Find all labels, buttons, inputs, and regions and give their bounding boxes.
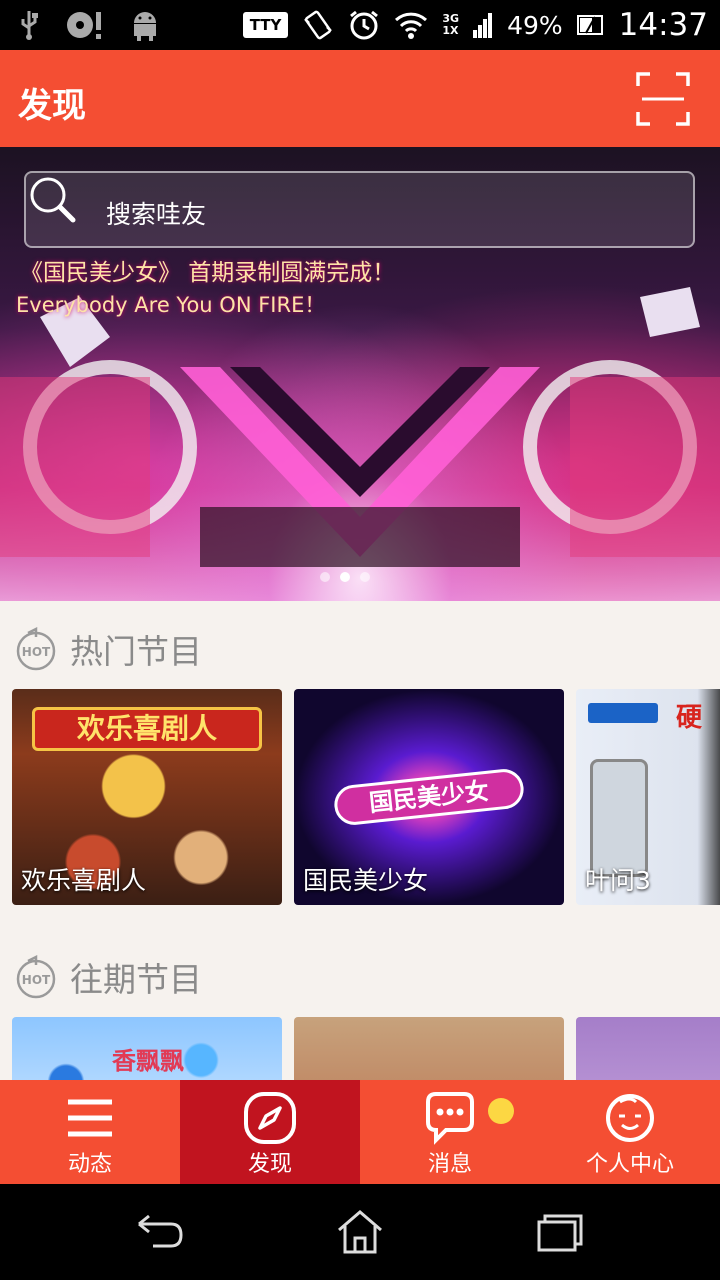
profile-face-icon: [606, 1094, 654, 1142]
card-thumb-text: 国民美少女: [332, 767, 526, 827]
tab-label: 动态: [67, 1152, 112, 1177]
section-header-past: HOT 往期节目: [14, 953, 202, 1001]
program-card[interactable]: 欢乐喜剧人 欢乐喜剧人: [12, 689, 282, 905]
section-header-hot: HOT 热门节目: [14, 625, 202, 673]
card-thumb-text: 欢乐喜剧人: [32, 707, 262, 751]
recent-apps-icon[interactable]: [535, 1208, 585, 1254]
bottom-tab-bar: 动态 发现 消息 个人中心: [0, 1080, 720, 1184]
wifi-icon: [395, 12, 428, 39]
tty-badge: TTY: [242, 12, 289, 38]
card-title: 欢乐喜剧人: [21, 866, 147, 895]
featured-banner[interactable]: 搜索哇友 《国民美少女》 首期录制圆满完成！ Everybody Are You…: [0, 147, 720, 601]
tab-messages[interactable]: 消息: [360, 1080, 540, 1184]
search-icon: [30, 177, 76, 223]
search-placeholder: 搜索哇友: [106, 200, 207, 229]
tab-discover[interactable]: 发现: [180, 1080, 360, 1184]
hot-icon: HOT: [16, 955, 56, 999]
notification-badge: [488, 1098, 514, 1124]
program-card[interactable]: 硬 叶问3: [576, 689, 720, 905]
search-input[interactable]: 搜索哇友: [24, 171, 695, 248]
alarm-icon: [350, 10, 379, 40]
content-area: HOT 热门节目 欢乐喜剧人 欢乐喜剧人 国民美少女 国民美少女 硬 叶问3 H…: [0, 601, 720, 1080]
card-phone-art: [590, 759, 648, 877]
usb-icon: [21, 11, 38, 40]
section-title: 热门节目: [70, 632, 202, 671]
tab-profile[interactable]: 个人中心: [540, 1080, 720, 1184]
pager-dot: [360, 572, 370, 582]
svg-text:HOT: HOT: [22, 973, 51, 987]
tab-label: 个人中心: [585, 1152, 674, 1177]
battery-icon: [576, 15, 603, 35]
status-bar: TTY 3G 1X 49% 14:37: [0, 0, 720, 50]
card-thumb-text: 香飘飘: [112, 1047, 184, 1075]
card-logo: [588, 703, 658, 723]
app-header: 发现: [0, 50, 720, 147]
banner-pager: [320, 572, 370, 582]
tab-feed[interactable]: 动态: [0, 1080, 180, 1184]
tab-label: 消息: [427, 1152, 472, 1177]
back-icon[interactable]: [135, 1208, 185, 1254]
menu-icon: [68, 1099, 112, 1137]
tab-label: 发现: [247, 1152, 292, 1177]
program-card[interactable]: 国民美少女 国民美少女: [294, 689, 564, 905]
banner-caption-line2: Everybody Are You ON FIRE！: [16, 293, 326, 317]
chat-icon: [426, 1092, 474, 1145]
section-title: 往期节目: [70, 960, 202, 999]
banner-caption-line1: 《国民美少女》 首期录制圆满完成！: [20, 260, 396, 286]
home-icon[interactable]: [335, 1208, 385, 1254]
system-navigation-bar: [0, 1184, 720, 1280]
program-card[interactable]: [294, 1017, 564, 1080]
card-title: 叶问3: [585, 866, 651, 895]
network-type: 3G 1X: [442, 13, 459, 37]
pager-dot-active: [340, 572, 350, 582]
program-card[interactable]: [576, 1017, 720, 1080]
card-thumb-text: 硬: [676, 703, 703, 733]
compass-icon: [244, 1092, 296, 1144]
svg-text:HOT: HOT: [22, 645, 51, 659]
network-type-bottom: 1X: [442, 24, 459, 37]
program-card[interactable]: 香飘飘: [12, 1017, 282, 1080]
signal-icon: [473, 13, 493, 38]
battery-percent: 49%: [507, 10, 563, 40]
pager-dot: [320, 572, 330, 582]
page-title: 发现: [18, 86, 86, 126]
vibrate-icon: [304, 10, 333, 40]
clock: 14:37: [618, 7, 708, 43]
scan-icon[interactable]: [636, 72, 690, 126]
hot-icon: HOT: [16, 627, 56, 671]
sd-card-alert-icon: [67, 12, 101, 39]
card-title: 国民美少女: [303, 866, 429, 895]
android-icon: [134, 12, 156, 41]
